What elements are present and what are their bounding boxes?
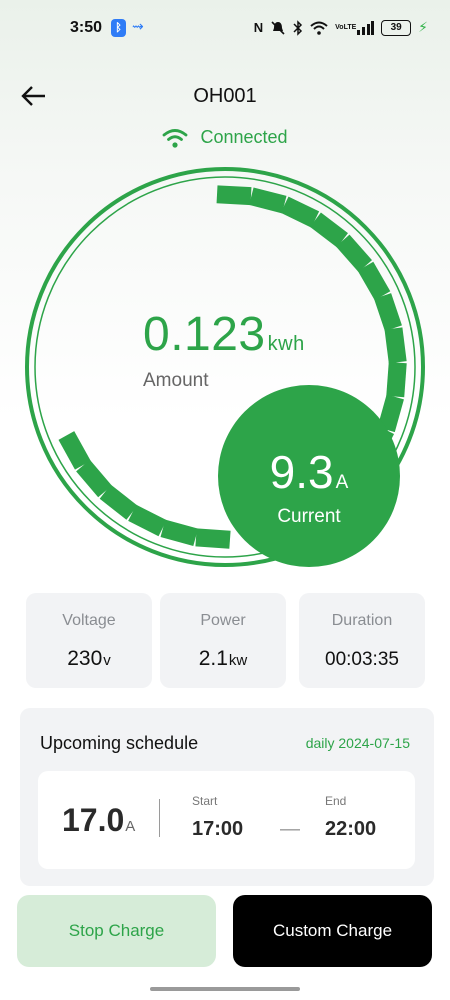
home-indicator[interactable]	[150, 987, 300, 991]
power-display: 2.1kw	[160, 647, 286, 671]
schedule-end-time: 22:00	[325, 818, 377, 840]
voltage-display: 230v	[26, 647, 152, 671]
current-label: Current	[277, 506, 341, 527]
schedule-card[interactable]: 17.0A Start 17:00 — End 22:00	[38, 771, 415, 869]
schedule-start-time: 17:00	[192, 818, 244, 840]
upcoming-schedule: Upcoming schedule daily 2024-07-15 17.0A…	[20, 708, 434, 886]
current-badge: 9.3 A Current	[218, 385, 400, 567]
amount-display: 0.123 kwh	[143, 307, 305, 362]
schedule-title: Upcoming schedule	[40, 733, 199, 753]
amount-label: Amount	[143, 370, 209, 391]
schedule-date: daily 2024-07-15	[305, 735, 410, 751]
schedule-amp-value: 17.0	[62, 802, 125, 838]
schedule-end-label: End	[325, 794, 347, 808]
current-value: 9.3	[269, 446, 334, 498]
voltage-label: Voltage	[62, 612, 116, 629]
voltage-unit: v	[103, 652, 111, 669]
gauge-segment	[195, 528, 231, 549]
schedule-amp-display: 17.0A	[62, 802, 135, 839]
current-display: 9.3 A	[218, 445, 400, 499]
gauge-segment	[216, 185, 252, 206]
gauge-segment	[386, 361, 407, 398]
power-card: Power 2.1kw	[160, 593, 286, 688]
duration-card: Duration 00:03:35	[299, 593, 425, 688]
gauge-segment	[374, 293, 402, 332]
schedule-start-label: Start	[192, 794, 218, 808]
power-label: Power	[200, 612, 246, 629]
voltage-card: Voltage 230v	[26, 593, 152, 688]
schedule-amp-unit: A	[125, 818, 136, 835]
gauge-segment	[249, 187, 287, 214]
schedule-separator: —	[280, 818, 300, 840]
amount-value: 0.123	[143, 308, 266, 361]
duration-label: Duration	[331, 612, 393, 629]
current-unit: A	[335, 472, 349, 493]
duration-value: 00:03:35	[325, 649, 399, 670]
power-value: 2.1	[198, 647, 228, 670]
schedule-divider	[159, 799, 160, 837]
gauge-segment	[384, 327, 407, 364]
stop-charge-button[interactable]: Stop Charge	[17, 895, 216, 967]
voltage-value: 230	[67, 647, 103, 670]
custom-charge-button[interactable]: Custom Charge	[233, 895, 432, 967]
gauge-segment	[160, 519, 199, 546]
amount-unit: kwh	[267, 333, 305, 355]
power-unit: kw	[228, 652, 248, 669]
